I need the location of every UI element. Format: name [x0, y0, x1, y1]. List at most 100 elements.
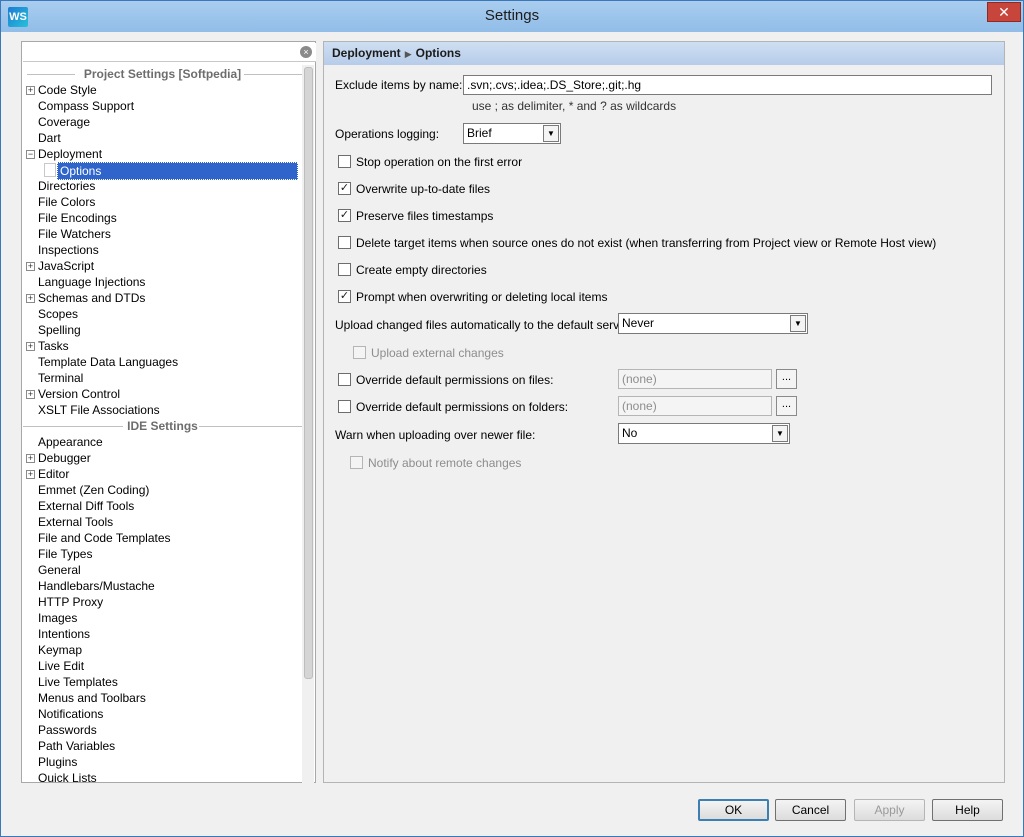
- tree-item-dart[interactable]: Dart: [23, 130, 302, 146]
- tree-item-live-edit[interactable]: Live Edit: [23, 658, 302, 674]
- override-files-browse-button[interactable]: ...: [776, 369, 797, 389]
- override-files-field: (none): [618, 369, 772, 389]
- expand-icon[interactable]: +: [26, 454, 35, 463]
- tree-item-options[interactable]: Options: [23, 162, 302, 180]
- tree-item-editor[interactable]: + Editor: [23, 466, 302, 482]
- override-folders-browse-button[interactable]: ...: [776, 396, 797, 416]
- search-input[interactable]: [25, 44, 295, 60]
- tree-item-notifications[interactable]: Notifications: [23, 706, 302, 722]
- tree-item-live-templates[interactable]: Live Templates: [23, 674, 302, 690]
- tree-item-label: Code Style: [38, 83, 97, 97]
- tree-item-http-proxy[interactable]: HTTP Proxy: [23, 594, 302, 610]
- expand-icon[interactable]: +: [26, 262, 35, 271]
- close-button[interactable]: ✕: [987, 2, 1021, 22]
- tree-item-template-data-languages[interactable]: Template Data Languages: [23, 354, 302, 370]
- expand-icon[interactable]: +: [26, 86, 35, 95]
- tree-item-debugger[interactable]: + Debugger: [23, 450, 302, 466]
- tree-item-directories[interactable]: Directories: [23, 178, 302, 194]
- tree-item-menus-and-toolbars[interactable]: Menus and Toolbars: [23, 690, 302, 706]
- tree-item-label: Language Injections: [38, 275, 146, 289]
- tree-item-tasks[interactable]: + Tasks: [23, 338, 302, 354]
- tree-item-file-and-code-templates[interactable]: File and Code Templates: [23, 530, 302, 546]
- checkbox-box[interactable]: [338, 155, 351, 168]
- warn-newer-select[interactable]: No ▼: [618, 423, 790, 444]
- expand-icon[interactable]: +: [26, 342, 35, 351]
- exclude-items-input[interactable]: .svn;.cvs;.idea;.DS_Store;.git;.hg: [463, 75, 992, 95]
- chevron-down-icon[interactable]: ▼: [543, 125, 559, 142]
- tree-item-label: Schemas and DTDs: [38, 291, 146, 305]
- tree-scrollbar[interactable]: [302, 65, 314, 783]
- tree-item-external-diff-tools[interactable]: External Diff Tools: [23, 498, 302, 514]
- tree-item-intentions[interactable]: Intentions: [23, 626, 302, 642]
- tree-item-schemas-and-dtds[interactable]: + Schemas and DTDs: [23, 290, 302, 306]
- notify-remote-checkbox: Notify about remote changes: [350, 455, 650, 471]
- tree-item-label: Spelling: [38, 323, 81, 337]
- tree-item-passwords[interactable]: Passwords: [23, 722, 302, 738]
- create-empty-dirs-checkbox[interactable]: Create empty directories: [338, 262, 738, 278]
- tree-item-label: Editor: [38, 467, 70, 481]
- tree-item-handlebars-mustache[interactable]: Handlebars/Mustache: [23, 578, 302, 594]
- tree-item-terminal[interactable]: Terminal: [23, 370, 302, 386]
- tree-item-file-types[interactable]: File Types: [23, 546, 302, 562]
- tree-item-xslt-file-associations[interactable]: XSLT File Associations: [23, 402, 302, 418]
- tree-item-label: File Types: [38, 547, 93, 561]
- ok-button[interactable]: OK: [698, 799, 769, 821]
- tree-item-label: Emmet (Zen Coding): [38, 483, 150, 497]
- upload-auto-label: Upload changed files automatically to th…: [335, 318, 630, 332]
- checkbox-label: Create empty directories: [356, 263, 487, 277]
- expand-icon[interactable]: +: [26, 294, 35, 303]
- collapse-icon[interactable]: −: [26, 150, 35, 159]
- scroll-thumb[interactable]: [304, 67, 313, 679]
- exclude-items-label: Exclude items by name:: [335, 78, 463, 92]
- settings-window: WS Settings ✕ × Project Settings [Softpe…: [0, 0, 1024, 837]
- tree-item-keymap[interactable]: Keymap: [23, 642, 302, 658]
- tree-item-version-control[interactable]: + Version Control: [23, 386, 302, 402]
- tree-item-external-tools[interactable]: External Tools: [23, 514, 302, 530]
- tree-item-code-style[interactable]: + Code Style: [23, 82, 302, 98]
- breadcrumb: Deployment ▶ Options: [324, 42, 1004, 65]
- help-button[interactable]: Help: [932, 799, 1003, 821]
- tree-item-emmet-zen-coding[interactable]: Emmet (Zen Coding): [23, 482, 302, 498]
- override-folders-checkbox[interactable]: Override default permissions on folders:: [338, 399, 608, 415]
- expand-icon[interactable]: +: [26, 470, 35, 479]
- tree-item-file-encodings[interactable]: File Encodings: [23, 210, 302, 226]
- tree-item-general[interactable]: General: [23, 562, 302, 578]
- cancel-button[interactable]: Cancel: [775, 799, 846, 821]
- tree-item-plugins[interactable]: Plugins: [23, 754, 302, 770]
- checkbox-box[interactable]: [338, 400, 351, 413]
- apply-button: Apply: [854, 799, 925, 821]
- upload-auto-select[interactable]: Never ▼: [618, 313, 808, 334]
- tree-item-inspections[interactable]: Inspections: [23, 242, 302, 258]
- preserve-timestamps-checkbox[interactable]: ✓ Preserve files timestamps: [338, 208, 738, 224]
- tree-item-file-colors[interactable]: File Colors: [23, 194, 302, 210]
- chevron-down-icon[interactable]: ▼: [790, 315, 806, 332]
- overwrite-uptodate-checkbox[interactable]: ✓ Overwrite up-to-date files: [338, 181, 738, 197]
- checkbox-box[interactable]: ✓: [338, 182, 351, 195]
- expand-icon[interactable]: +: [26, 390, 35, 399]
- prompt-overwrite-checkbox[interactable]: ✓ Prompt when overwriting or deleting lo…: [338, 289, 738, 305]
- delete-target-checkbox[interactable]: Delete target items when source ones do …: [338, 235, 998, 251]
- tree-item-images[interactable]: Images: [23, 610, 302, 626]
- tree-item-compass-support[interactable]: Compass Support: [23, 98, 302, 114]
- checkbox-box[interactable]: [338, 373, 351, 386]
- operations-logging-select[interactable]: Brief ▼: [463, 123, 561, 144]
- tree-item-file-watchers[interactable]: File Watchers: [23, 226, 302, 242]
- tree-item-deployment[interactable]: − Deployment: [23, 146, 302, 162]
- checkbox-box[interactable]: ✓: [338, 209, 351, 222]
- tree-item-quick-lists[interactable]: Quick Lists: [23, 770, 302, 782]
- tree-item-appearance[interactable]: Appearance: [23, 434, 302, 450]
- clear-search-icon[interactable]: ×: [300, 46, 312, 58]
- chevron-down-icon[interactable]: ▼: [772, 425, 788, 442]
- checkbox-label: Preserve files timestamps: [356, 209, 494, 223]
- tree-item-spelling[interactable]: Spelling: [23, 322, 302, 338]
- tree-item-javascript[interactable]: + JavaScript: [23, 258, 302, 274]
- tree-item-language-injections[interactable]: Language Injections: [23, 274, 302, 290]
- tree-item-scopes[interactable]: Scopes: [23, 306, 302, 322]
- checkbox-box[interactable]: ✓: [338, 290, 351, 303]
- checkbox-box[interactable]: [338, 236, 351, 249]
- checkbox-box[interactable]: [338, 263, 351, 276]
- stop-on-error-checkbox[interactable]: Stop operation on the first error: [338, 154, 738, 170]
- override-files-checkbox[interactable]: Override default permissions on files:: [338, 372, 608, 388]
- tree-item-coverage[interactable]: Coverage: [23, 114, 302, 130]
- tree-item-path-variables[interactable]: Path Variables: [23, 738, 302, 754]
